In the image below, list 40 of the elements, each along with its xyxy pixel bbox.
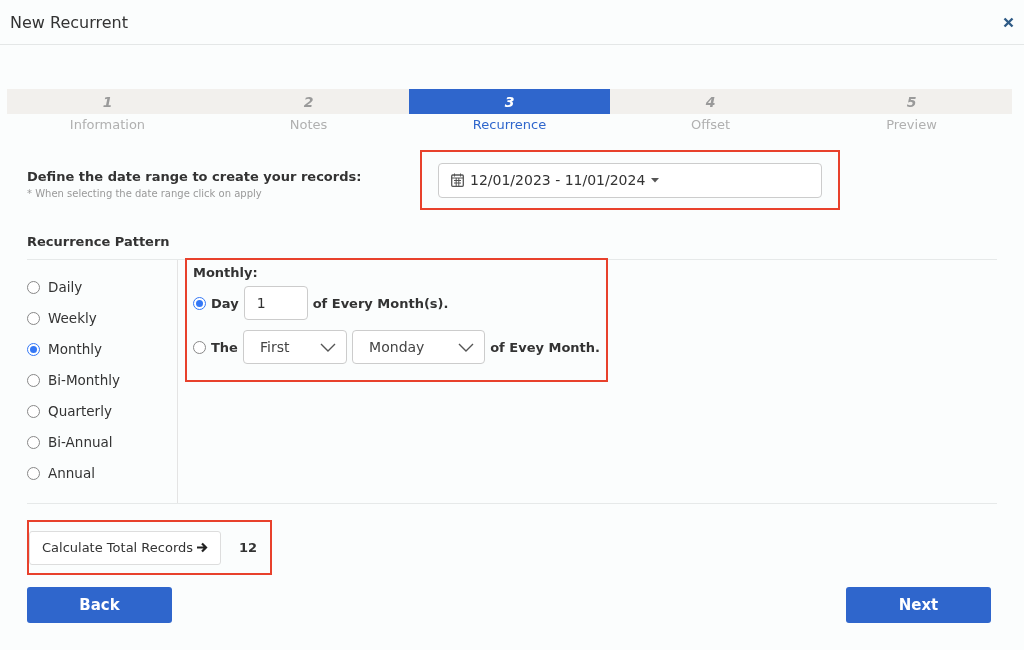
radio-button[interactable]	[27, 342, 40, 356]
radio-label[interactable]: Annual	[48, 465, 95, 481]
back-button[interactable]: Back	[27, 587, 172, 623]
radio-button[interactable]	[193, 340, 206, 354]
step-label[interactable]: Recurrence	[472, 117, 547, 132]
step-number[interactable]: 3	[409, 89, 610, 114]
monthly-title: Monthly:	[193, 265, 259, 280]
chevron-down-icon	[320, 342, 337, 352]
radio-button[interactable]	[27, 311, 40, 325]
radio-button[interactable]	[27, 373, 40, 387]
radio-label[interactable]: Quarterly	[48, 403, 112, 419]
radio-button[interactable]	[27, 280, 40, 294]
day-input[interactable]: 1	[243, 286, 308, 320]
radio-label[interactable]: The	[211, 339, 238, 355]
record-count: 12	[239, 540, 258, 555]
ordinal-select[interactable]: First	[242, 330, 348, 364]
radio-button[interactable]	[27, 466, 40, 480]
radio-label[interactable]: Daily	[48, 279, 83, 295]
radio-label[interactable]: Bi-Annual	[48, 434, 113, 450]
calculate-button[interactable]: Calculate Total Records	[29, 530, 222, 565]
suffix-text: of Every Month(s).	[312, 295, 449, 311]
hint-text: * When selecting the date range click on apply	[27, 188, 263, 199]
suffix-text: of Evey Month.	[490, 339, 600, 355]
radio-label[interactable]: Day	[211, 295, 239, 311]
next-button[interactable]: Next	[846, 587, 991, 623]
weekday-select[interactable]: Monday	[352, 330, 486, 364]
chevron-down-icon	[458, 342, 475, 352]
date-range-picker[interactable]: 12/01/2023 - 11/01/2024	[438, 162, 822, 198]
caret-icon	[651, 177, 660, 183]
date-range-label: Define the date range to create your records:	[27, 169, 363, 184]
window-title: New Recurrent	[10, 12, 128, 32]
radio-label[interactable]: Weekly	[48, 310, 97, 326]
radio-label[interactable]: Monthly	[48, 341, 103, 357]
section-title: Recurrence Pattern	[27, 234, 171, 249]
radio-button[interactable]	[193, 296, 206, 310]
radio-label[interactable]: Bi-Monthly	[48, 372, 120, 388]
calendar-icon	[451, 173, 464, 187]
radio-button[interactable]	[27, 435, 40, 449]
arrow-right-icon	[196, 542, 209, 553]
radio-button[interactable]	[27, 404, 40, 418]
